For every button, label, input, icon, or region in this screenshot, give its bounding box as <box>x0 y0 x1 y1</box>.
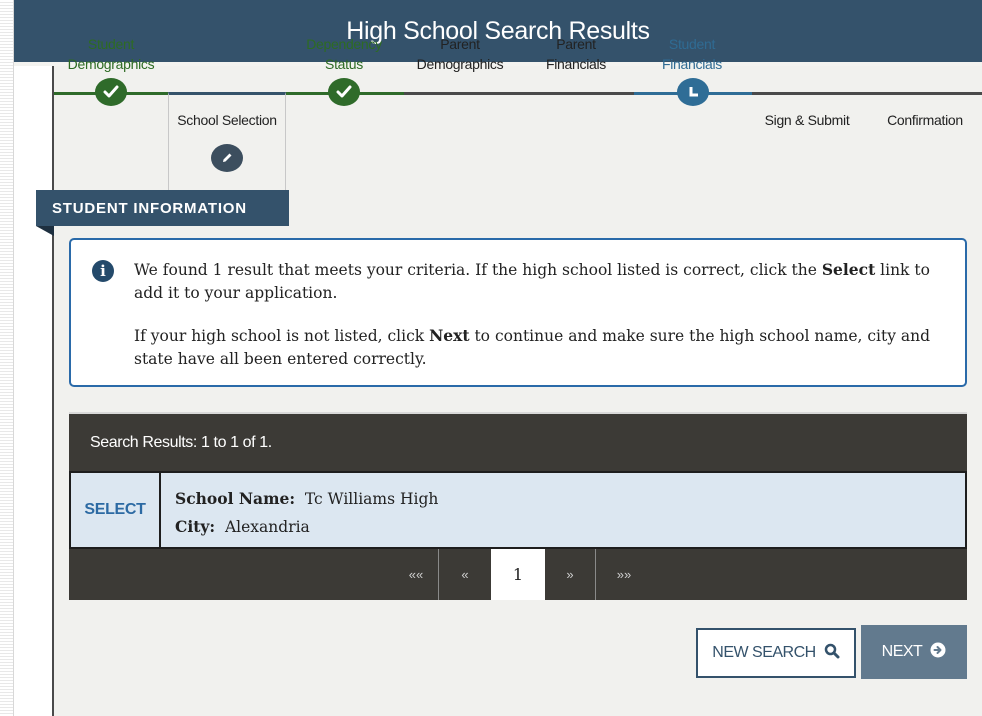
search-icon <box>824 643 840 664</box>
step-label-line1: School Selection <box>177 112 277 128</box>
step-label-line2: Demographics <box>67 56 155 72</box>
arrow-right-circle-icon <box>930 642 946 663</box>
results-header: Search Results: 1 to 1 of 1. <box>69 412 967 472</box>
info-message: We found 1 result that meets your criter… <box>134 258 934 371</box>
check-icon <box>328 78 360 106</box>
page: High School Search Results Student Demog… <box>0 0 982 716</box>
step-confirmation[interactable]: Confirmation <box>872 110 978 130</box>
active-step-tab <box>168 92 286 190</box>
step-label-line1: Parent <box>556 36 596 52</box>
pagination: «« « 1 » »» <box>69 549 967 600</box>
next-label: NEXT <box>881 643 923 660</box>
info-alert: i We found 1 result that meets your crit… <box>69 238 967 387</box>
city-label: City: <box>175 517 216 536</box>
step-dependency-status[interactable]: Dependency Status <box>292 34 396 74</box>
track-segment-pending <box>404 92 634 95</box>
step-parent-demographics[interactable]: Parent Demographics <box>408 34 512 74</box>
school-name-value: Tc Williams High <box>304 490 439 508</box>
info-paragraph-1: We found 1 result that meets your criter… <box>134 258 934 305</box>
table-row: SELECT School Name: Tc Williams High Cit… <box>69 471 967 549</box>
school-details: School Name: Tc Williams High City: Alex… <box>175 485 438 541</box>
section-tag-fold <box>36 226 54 236</box>
step-label-line1: Student <box>668 36 716 52</box>
info-paragraph-2: If your high school is not listed, click… <box>134 324 934 371</box>
last-page-button[interactable]: »» <box>596 549 652 600</box>
step-label-line2: Demographics <box>416 56 504 72</box>
clock-icon <box>677 78 709 106</box>
step-label-line1: Confirmation <box>887 112 963 128</box>
step-label-line2: Status <box>325 56 363 72</box>
next-button[interactable]: NEXT <box>861 625 967 679</box>
step-sign-submit[interactable]: Sign & Submit <box>752 110 862 130</box>
info-text: If your high school is not listed, click <box>134 327 430 345</box>
school-name-line: School Name: Tc Williams High <box>175 485 438 513</box>
step-label-line1: Student <box>87 36 135 52</box>
new-search-button[interactable]: NEW SEARCH <box>696 628 856 678</box>
search-results: Search Results: 1 to 1 of 1. SELECT Scho… <box>69 412 967 600</box>
step-student-demographics[interactable]: Student Demographics <box>58 34 164 74</box>
step-label-line1: Parent <box>440 36 480 52</box>
step-label-line2: Financials <box>661 56 723 72</box>
info-bold-text: Select <box>821 260 876 279</box>
step-label-line1: Dependency <box>306 36 382 52</box>
city-value: Alexandria <box>224 518 310 536</box>
info-text: We found 1 result that meets your criter… <box>134 261 822 279</box>
info-bold-text: Next <box>429 326 470 345</box>
city-line: City: Alexandria <box>175 513 438 541</box>
step-label-line1: Sign & Submit <box>764 112 850 128</box>
window-edge <box>0 0 14 716</box>
select-link[interactable]: SELECT <box>71 473 161 547</box>
prev-page-button[interactable]: « <box>439 549 491 600</box>
step-label-line2: Financials <box>545 56 607 72</box>
school-name-label: School Name: <box>175 489 296 508</box>
first-page-button[interactable]: «« <box>393 549 439 600</box>
pencil-icon <box>211 144 243 172</box>
next-page-button[interactable]: » <box>545 549 595 600</box>
track-segment-pending <box>752 92 982 95</box>
check-icon <box>95 78 127 106</box>
step-parent-financials[interactable]: Parent Financials <box>526 34 626 74</box>
step-school-selection[interactable]: School Selection <box>168 110 286 130</box>
current-page: 1 <box>491 549 545 600</box>
section-title: STUDENT INFORMATION <box>36 190 289 226</box>
new-search-label: NEW SEARCH <box>712 644 816 661</box>
info-icon: i <box>92 260 114 282</box>
step-student-financials[interactable]: Student Financials <box>642 34 742 74</box>
